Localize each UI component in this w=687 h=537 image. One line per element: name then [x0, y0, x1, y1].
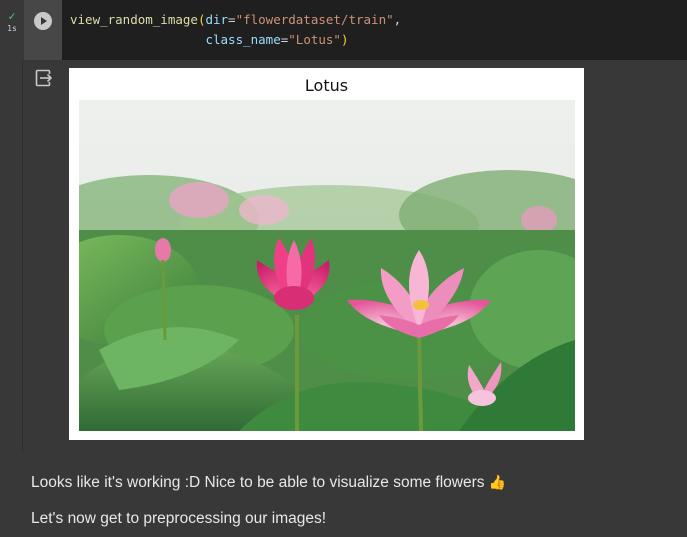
execution-status: ✓ 1s	[4, 10, 20, 34]
code-close-paren: )	[340, 32, 349, 47]
code-editor[interactable]: view_random_image(dir="flowerdataset/tra…	[62, 0, 687, 60]
figure-title: Lotus	[304, 76, 349, 95]
lotus-flowers-photo	[79, 100, 575, 431]
play-icon	[34, 12, 52, 30]
code-function-name: view_random_image	[70, 12, 198, 27]
code-equals: =	[228, 12, 236, 27]
markdown-line-1: Looks like it's working :D Nice to be ab…	[31, 474, 506, 492]
code-string-class: "Lotus"	[288, 32, 341, 47]
output-figure: Lotus	[69, 68, 584, 440]
thumbs-up-icon: 👍	[488, 474, 507, 490]
notebook: ✓ 1s view_random_image(dir="flowerdatase…	[0, 0, 687, 537]
code-comma: ,	[393, 12, 402, 27]
markdown-cell[interactable]: Looks like it's working :D Nice to be ab…	[0, 452, 687, 537]
markdown-text-1: Looks like it's working :D Nice to be ab…	[31, 474, 485, 491]
markdown-line-2: Let's now get to preprocessing our image…	[31, 510, 327, 527]
code-string-dir: "flowerdataset/train"	[235, 12, 394, 27]
output-redirect-icon[interactable]	[34, 68, 54, 88]
check-icon: ✓	[8, 9, 16, 23]
execution-time: 1s	[7, 24, 17, 33]
run-cell-button[interactable]	[24, 0, 62, 60]
code-param-class-name: class_name	[205, 32, 281, 47]
cell-output: Lotus	[22, 60, 687, 452]
code-param-dir: dir	[205, 12, 229, 27]
